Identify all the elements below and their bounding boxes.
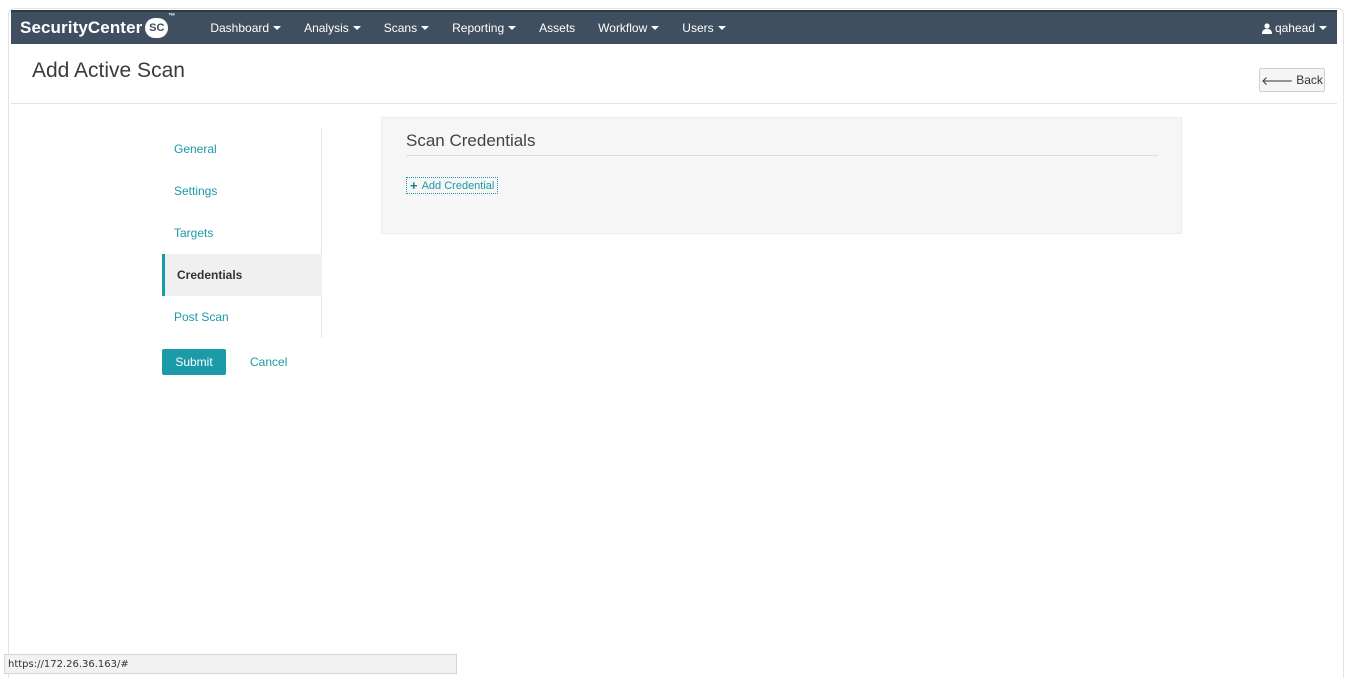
nav-item-label: Assets <box>539 21 576 35</box>
cancel-link[interactable]: Cancel <box>250 349 287 375</box>
plus-icon: + <box>410 178 418 193</box>
username: qahead <box>1274 21 1315 35</box>
caret-down-icon <box>421 26 430 30</box>
caret-down-icon <box>508 26 517 30</box>
add-credential-label: Add Credential <box>421 179 495 192</box>
caret-down-icon <box>352 26 361 30</box>
nav-item-label: Users <box>682 21 714 35</box>
nav-users[interactable]: Users <box>682 21 726 35</box>
nav-reporting[interactable]: Reporting <box>452 21 517 35</box>
scan-credentials-panel: Scan Credentials + Add Credential <box>381 117 1182 234</box>
nav-item-label: Reporting <box>452 21 505 35</box>
status-url: https://172.26.36.163/# <box>8 658 129 670</box>
caret-down-icon <box>273 26 282 30</box>
nav-assets[interactable]: Assets <box>539 21 575 35</box>
nav-dashboard[interactable]: Dashboard <box>210 21 282 35</box>
nav-analysis[interactable]: Analysis <box>304 21 361 35</box>
step-general[interactable]: General <box>162 128 321 170</box>
nav-scans[interactable]: Scans <box>383 21 430 35</box>
step-settings[interactable]: Settings <box>162 170 321 212</box>
step-targets[interactable]: Targets <box>162 212 321 254</box>
panel-divider <box>406 155 1158 156</box>
arrow-left-icon: 🡐 <box>1261 73 1294 88</box>
back-label: Back <box>1296 73 1323 87</box>
wizard-steps: General Settings Targets Credentials Pos… <box>162 128 329 338</box>
brand-logo[interactable]: SecurityCenter SC <box>20 13 175 38</box>
user-icon <box>1261 22 1272 34</box>
nav-workflow[interactable]: Workflow <box>598 21 660 35</box>
main-nav: Dashboard Analysis Scans Reporting Asset… <box>210 12 748 44</box>
browser-frame <box>8 8 1344 678</box>
caret-down-icon <box>717 26 726 30</box>
step-post-scan[interactable]: Post Scan <box>162 296 321 338</box>
caret-down-icon <box>1319 26 1327 30</box>
add-credential-button[interactable]: + Add Credential <box>406 177 499 194</box>
panel-title: Scan Credentials <box>406 131 536 150</box>
nav-item-label: Scans <box>383 21 418 35</box>
brand-badge-icon: SC <box>145 13 175 38</box>
submit-button[interactable]: Submit <box>162 349 226 375</box>
back-button[interactable]: 🡐 Back <box>1259 68 1325 92</box>
page-title: Add Active Scan <box>32 59 185 82</box>
step-credentials[interactable]: Credentials <box>162 254 329 296</box>
nav-item-label: Dashboard <box>210 21 270 35</box>
top-navbar: SecurityCenter SC Dashboard Analysis Sca… <box>11 10 1337 44</box>
brand-name: SecurityCenter <box>20 18 143 37</box>
page-header: Add Active Scan 🡐 Back <box>11 44 1337 104</box>
caret-down-icon <box>651 26 660 30</box>
nav-item-label: Workflow <box>598 21 648 35</box>
nav-item-label: Analysis <box>304 21 349 35</box>
user-menu[interactable]: qahead <box>1261 21 1327 35</box>
browser-status-bar: https://172.26.36.163/# <box>4 654 457 674</box>
